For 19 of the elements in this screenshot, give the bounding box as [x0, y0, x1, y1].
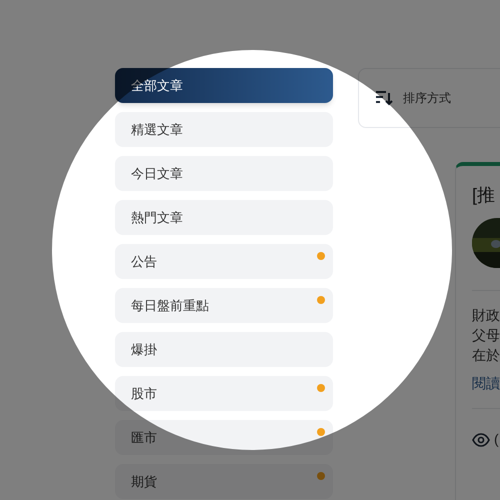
sidebar-item[interactable]: 期貨 [115, 464, 333, 499]
sidebar-item[interactable]: 每日盤前重點 [115, 288, 333, 323]
sidebar-item[interactable]: 公告 [115, 244, 333, 279]
article-excerpt-line: 父母 [472, 326, 500, 345]
view-count: ( [494, 430, 499, 449]
sidebar-item[interactable]: 精選文章 [115, 112, 333, 147]
sidebar-item[interactable]: 全部文章 [115, 68, 333, 103]
sidebar-item[interactable]: 匯市 [115, 420, 333, 455]
eye-icon [472, 432, 490, 446]
article-excerpt-line: 財政 [472, 306, 500, 325]
sidebar-item[interactable]: 熱門文章 [115, 200, 333, 235]
sidebar-item[interactable]: 爆掛 [115, 332, 333, 367]
sidebar-item[interactable]: 股市 [115, 376, 333, 411]
sort-icon [375, 90, 393, 106]
read-more-link[interactable]: 閱讀 [472, 373, 500, 394]
article-title: [推 [472, 186, 496, 204]
sidebar-item[interactable]: 今日文章 [115, 156, 333, 191]
article-excerpt-line: 在於 [472, 346, 500, 365]
sort-button[interactable]: 排序方式 [358, 68, 500, 128]
